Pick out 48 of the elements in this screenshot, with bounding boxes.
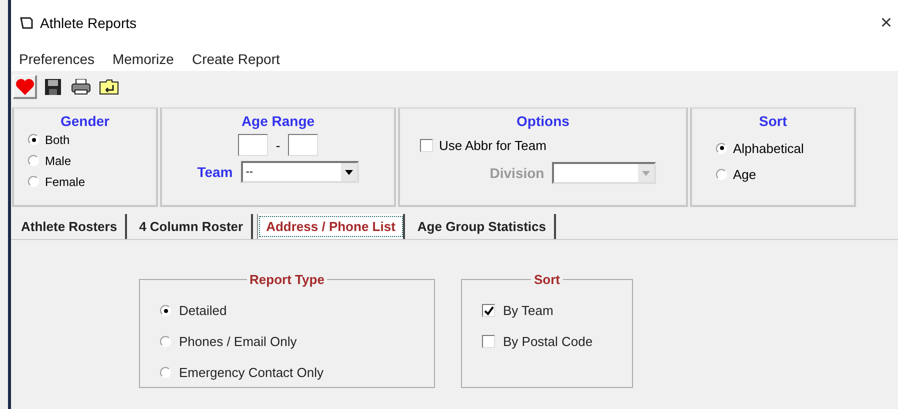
radio-button[interactable] — [716, 142, 727, 154]
radio-label: Female — [45, 174, 86, 188]
radio-label: Alphabetical — [733, 140, 804, 156]
folder-icon — [99, 79, 119, 95]
panel-title: Age Range — [241, 113, 315, 129]
save-icon — [45, 79, 61, 95]
radio-button[interactable] — [28, 176, 39, 187]
radio-button[interactable] — [160, 305, 171, 316]
group-title: Report Type — [248, 272, 326, 287]
checkbox[interactable] — [482, 335, 495, 348]
menu-item[interactable]: Memorize — [112, 50, 174, 66]
window-icon — [20, 17, 34, 29]
radio-label: Male — [45, 154, 72, 168]
team-dropdown[interactable]: -- — [240, 161, 359, 183]
range-separator: - — [276, 138, 280, 152]
radio-button[interactable] — [28, 155, 39, 166]
checkbox-label: By Postal Code — [503, 334, 593, 349]
radio-button[interactable] — [28, 134, 39, 145]
radio-label: Detailed — [179, 303, 227, 318]
heart-icon — [14, 78, 34, 96]
printer-icon — [71, 79, 91, 95]
division-label: Division — [490, 165, 544, 181]
close-button[interactable]: × — [880, 12, 892, 34]
tab[interactable]: Address / Phone List — [257, 214, 406, 239]
radio-label: Both — [45, 132, 70, 146]
caret-icon — [642, 170, 650, 176]
caret-icon — [344, 170, 353, 174]
group-title: Sort — [533, 272, 561, 287]
age-from-field[interactable] — [238, 134, 268, 156]
panel-title: Gender — [60, 113, 110, 129]
age-to-field[interactable] — [288, 134, 318, 156]
radio-button[interactable] — [716, 168, 727, 180]
menu-item[interactable]: Preferences — [19, 50, 94, 66]
window-title: Athlete Reports — [40, 15, 138, 31]
team-label: Team — [197, 164, 233, 180]
panel-title: Sort — [759, 113, 787, 129]
checkbox[interactable] — [482, 304, 495, 317]
menu-item[interactable]: Create Report — [192, 50, 280, 66]
radio-button[interactable] — [160, 367, 171, 378]
radio-label: Age — [733, 166, 756, 182]
checkbox-label: By Team — [503, 303, 554, 318]
checkbox-label: Use Abbr for Team — [439, 138, 546, 153]
radio-label: Emergency Contact Only — [179, 365, 324, 380]
panel-title: Options — [516, 113, 570, 129]
radio-label: Phones / Email Only — [179, 334, 297, 349]
checkbox[interactable] — [420, 139, 433, 152]
radio-button[interactable] — [160, 336, 171, 347]
division-dropdown[interactable] — [552, 162, 656, 184]
